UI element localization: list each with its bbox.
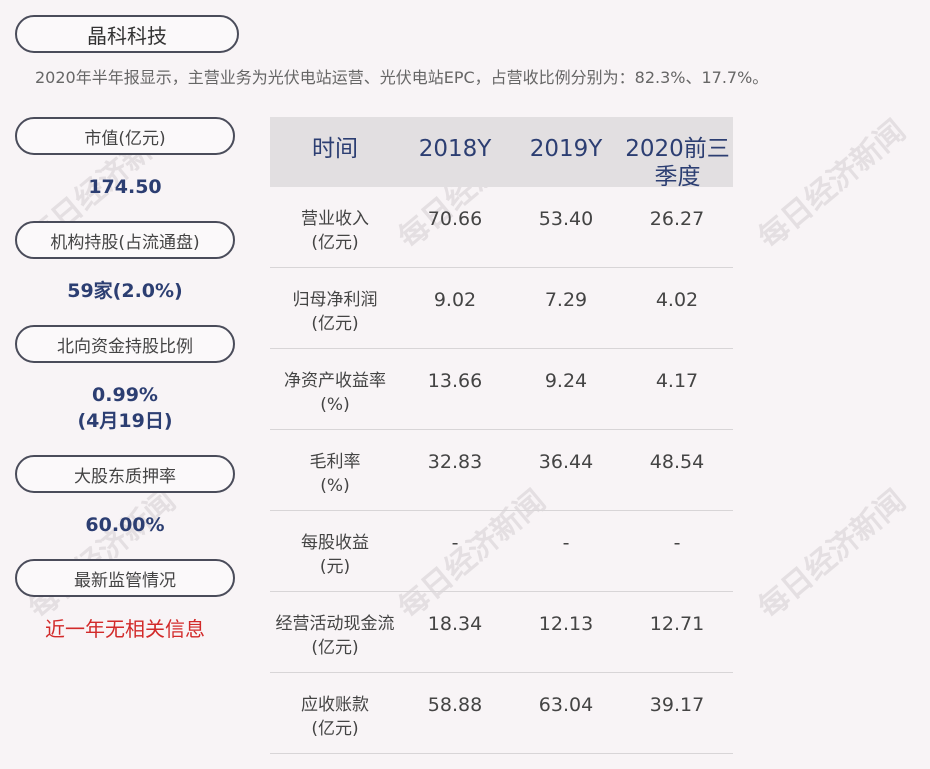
cell-2019: 53.40: [538, 208, 594, 230]
header-time: 时间: [312, 136, 358, 162]
row-label: 毛利率 (%): [309, 452, 361, 496]
pledge-rate-label: 大股东质押率: [15, 455, 235, 493]
row-label: 应收账款 (亿元): [301, 695, 369, 739]
institution-holding-value: 59家(2.0%): [67, 280, 183, 302]
row-label: 净资产收益率 (%): [284, 371, 386, 415]
cell-2019: 7.29: [544, 289, 588, 311]
cell-2020: -: [673, 532, 681, 554]
row-label: 归母净利润 (亿元): [292, 290, 378, 334]
business-summary: 2020年半年报显示，主营业务为光伏电站运营、光伏电站EPC，占营收比例分别为：…: [35, 68, 769, 87]
cell-2018: 13.66: [427, 370, 483, 392]
header-2019: 2019Y: [529, 136, 603, 162]
cell-2020: 26.27: [649, 208, 705, 230]
pledge-rate-value: 60.00%: [85, 514, 165, 536]
cell-2018: 9.02: [433, 289, 477, 311]
cell-2019: 12.13: [538, 613, 594, 635]
northbound-holding-date: (4月19日): [77, 410, 173, 432]
cell-2018: 18.34: [427, 613, 483, 635]
cell-2019: 36.44: [538, 451, 594, 473]
table-row: 经营活动现金流 (亿元) 18.34 12.13 12.71: [270, 592, 733, 673]
cell-2019: -: [562, 532, 570, 554]
cell-2019: 9.24: [544, 370, 588, 392]
header-2018: 2018Y: [418, 136, 492, 162]
table-row: 净资产收益率 (%) 13.66 9.24 4.17: [270, 349, 733, 430]
cell-2020: 12.71: [649, 613, 705, 635]
row-label: 每股收益 (元): [301, 533, 369, 577]
watermark: 每日经济新闻: [752, 113, 913, 256]
cell-2020: 39.17: [649, 694, 705, 716]
regulation-label: 最新监管情况: [15, 559, 235, 597]
cell-2020: 4.17: [655, 370, 699, 392]
institution-holding-label: 机构持股(占流通盘): [15, 221, 235, 259]
row-label: 营业收入 (亿元): [301, 209, 369, 253]
table-row: 归母净利润 (亿元) 9.02 7.29 4.02: [270, 268, 733, 349]
table-header: 时间 2018Y 2019Y 2020前三 季度: [270, 117, 733, 190]
table-row: 应收账款 (亿元) 58.88 63.04 39.17: [270, 673, 733, 754]
cell-2019: 63.04: [538, 694, 594, 716]
regulation-value: 近一年无相关信息: [45, 617, 205, 641]
table-row: 每股收益 (元) - - -: [270, 511, 733, 592]
cell-2020: 48.54: [649, 451, 705, 473]
northbound-holding-label: 北向资金持股比例: [15, 325, 235, 363]
header-2020q3: 2020前三 季度: [622, 135, 733, 191]
cell-2020: 4.02: [655, 289, 699, 311]
table-row: 营业收入 (亿元) 70.66 53.40 26.27: [270, 187, 733, 268]
row-label: 经营活动现金流 (亿元): [275, 614, 395, 658]
cell-2018: 58.88: [427, 694, 483, 716]
cell-2018: -: [451, 532, 459, 554]
northbound-holding-value: 0.99%: [92, 384, 158, 406]
header-2020q3-line1: 2020前三: [625, 136, 730, 162]
company-name-badge: 晶科科技: [15, 15, 239, 53]
cell-2018: 70.66: [427, 208, 483, 230]
watermark: 每日经济新闻: [752, 483, 913, 626]
watermark: 每日经济新闻: [22, 483, 183, 626]
financial-table: 时间 2018Y 2019Y 2020前三 季度 营业收入 (亿元) 70.66 …: [270, 117, 733, 754]
table-row: 毛利率 (%) 32.83 36.44 48.54: [270, 430, 733, 511]
market-cap-label: 市值(亿元): [15, 117, 235, 155]
cell-2018: 32.83: [427, 451, 483, 473]
market-cap-value: 174.50: [88, 176, 162, 198]
